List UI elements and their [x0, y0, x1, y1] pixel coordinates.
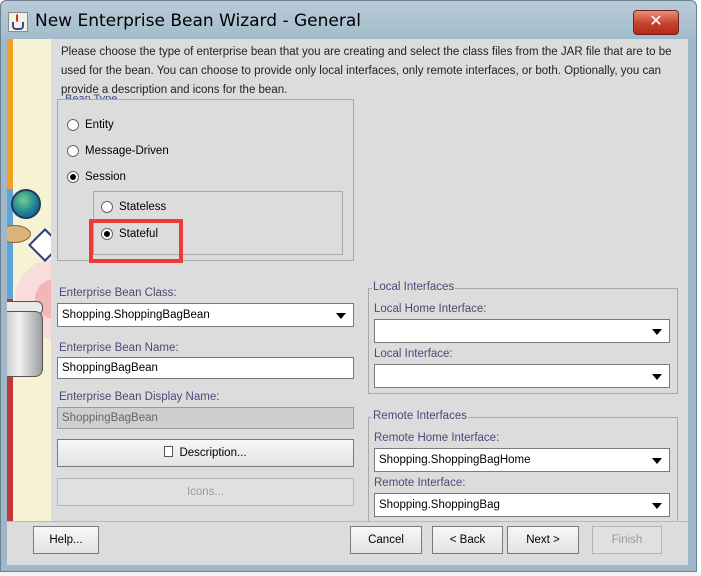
- remote-interface-combo[interactable]: Shopping.ShoppingBag: [374, 493, 670, 517]
- next-button[interactable]: Next >: [507, 526, 579, 554]
- globe-icon: [11, 189, 41, 219]
- remote-interfaces-title: Remote Interfaces: [372, 410, 468, 422]
- bean-name-label: Enterprise Bean Name:: [59, 342, 179, 354]
- remote-home-value: Shopping.ShoppingBagHome: [379, 454, 531, 466]
- bean-class-label: Enterprise Bean Class:: [59, 287, 177, 299]
- radio-button[interactable]: [101, 201, 113, 213]
- window-title: New Enterprise Bean Wizard - General: [35, 11, 361, 31]
- wizard-content: Please choose the type of enterprise bea…: [7, 39, 688, 521]
- radio-stateless[interactable]: Stateless: [101, 201, 166, 213]
- local-interfaces-title: Local Interfaces: [372, 281, 456, 293]
- remote-interface-label: Remote Interface:: [374, 477, 466, 489]
- radio-session-label: Session: [85, 171, 126, 183]
- bean-display-name-label: Enterprise Bean Display Name:: [59, 391, 220, 403]
- radio-button[interactable]: [67, 145, 79, 157]
- description-button-label: Description...: [179, 447, 247, 459]
- local-interface-label: Local Interface:: [374, 348, 453, 360]
- local-interface-combo[interactable]: [374, 364, 670, 388]
- chevron-down-icon[interactable]: [652, 458, 662, 464]
- radio-button-selected[interactable]: [67, 171, 79, 183]
- java-cup-icon: [8, 12, 28, 32]
- remote-home-label: Remote Home Interface:: [374, 432, 500, 444]
- bean-display-name-input[interactable]: ShoppingBagBean: [57, 407, 354, 429]
- finish-button[interactable]: Finish: [592, 526, 662, 554]
- jar-icon: [7, 311, 43, 377]
- stateful-highlight-box: [89, 219, 183, 263]
- local-home-combo[interactable]: [374, 319, 670, 343]
- chevron-down-icon[interactable]: [652, 374, 662, 380]
- back-button[interactable]: < Back: [432, 526, 503, 554]
- radio-message-driven[interactable]: Message-Driven: [67, 145, 169, 157]
- cancel-button[interactable]: Cancel: [350, 526, 422, 554]
- wizard-side-image: [7, 39, 51, 521]
- remote-home-combo[interactable]: Shopping.ShoppingBagHome: [374, 448, 670, 472]
- wizard-window: New Enterprise Bean Wizard - General ✕ P…: [0, 0, 697, 572]
- radio-button[interactable]: [67, 119, 79, 131]
- radio-entity[interactable]: Entity: [67, 119, 114, 131]
- wizard-button-bar: Help... Cancel < Back Next > Finish: [7, 521, 688, 565]
- radio-message-driven-label: Message-Driven: [85, 145, 169, 157]
- radio-stateless-label: Stateless: [119, 201, 167, 213]
- close-button[interactable]: ✕: [633, 10, 679, 35]
- chevron-down-icon[interactable]: [652, 503, 662, 509]
- radio-entity-label: Entity: [85, 119, 114, 131]
- instructions-text: Please choose the type of enterprise bea…: [61, 46, 672, 96]
- help-button[interactable]: Help...: [33, 526, 99, 554]
- remote-interface-value: Shopping.ShoppingBag: [379, 499, 500, 511]
- chevron-down-icon[interactable]: [336, 313, 346, 319]
- bean-name-input[interactable]: ShoppingBagBean: [57, 357, 354, 379]
- chevron-down-icon[interactable]: [652, 329, 662, 335]
- description-button[interactable]: Description...: [57, 439, 354, 467]
- icons-button[interactable]: Icons...: [57, 478, 354, 506]
- document-icon: [164, 446, 174, 457]
- bean-class-value: Shopping.ShoppingBagBean: [62, 309, 210, 321]
- desktop-strip: [0, 572, 701, 576]
- bean-class-combo[interactable]: Shopping.ShoppingBagBean: [57, 303, 354, 327]
- title-bar[interactable]: New Enterprise Bean Wizard - General ✕: [1, 1, 696, 39]
- local-home-label: Local Home Interface:: [374, 303, 487, 315]
- radio-session[interactable]: Session: [67, 171, 126, 183]
